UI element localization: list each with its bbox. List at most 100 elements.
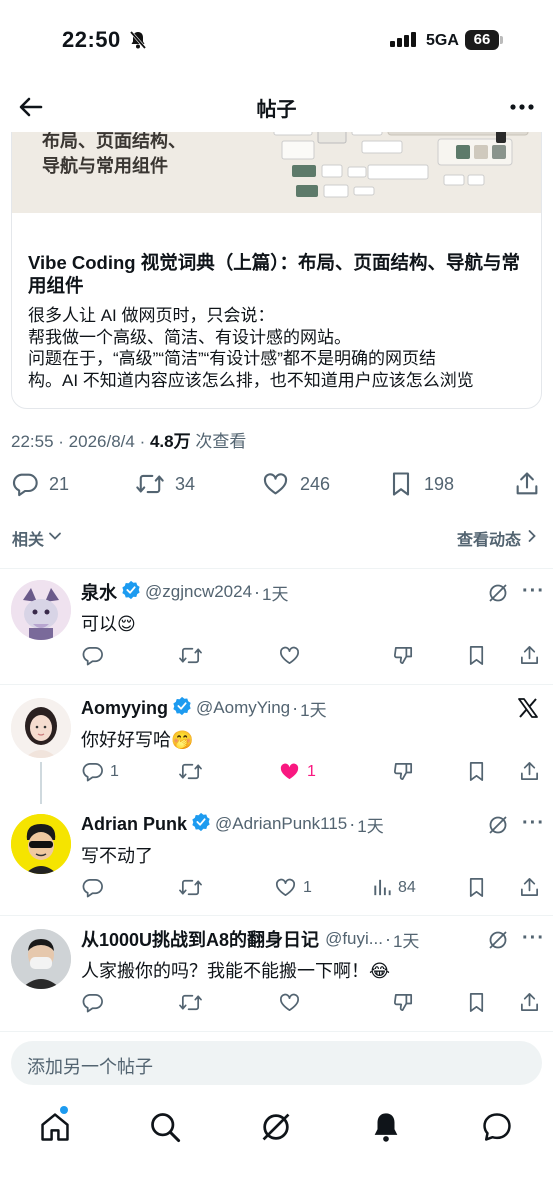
- display-name[interactable]: 从1000U挑战到A8的翻身日记: [81, 926, 319, 952]
- like-button[interactable]: 1: [274, 876, 312, 899]
- like-button-active[interactable]: 1: [278, 760, 316, 783]
- grok-icon[interactable]: [487, 814, 509, 841]
- share-button[interactable]: [514, 466, 540, 502]
- handle[interactable]: @AomyYing: [196, 698, 290, 718]
- reply-item[interactable]: Adrian Punk @AdrianPunk115 · 1天 ··· 写不动了…: [0, 800, 553, 915]
- verified-badge-icon: [191, 812, 211, 837]
- avatar[interactable]: [11, 698, 71, 758]
- display-name[interactable]: Adrian Punk: [81, 814, 187, 835]
- heart-icon: [274, 876, 297, 899]
- reply-more-icon[interactable]: ···: [522, 812, 545, 835]
- bookmark-button[interactable]: [466, 644, 487, 667]
- article-card[interactable]: 布局、页面结构、 导航与常用组件 Vibe Coding 视觉词典（上篇）：布局…: [11, 100, 542, 409]
- avatar[interactable]: [11, 814, 71, 874]
- battery-icon: 66: [465, 30, 503, 50]
- avatar[interactable]: [11, 580, 71, 640]
- bookmark-button[interactable]: [466, 991, 487, 1014]
- x-logo-icon: [516, 696, 540, 725]
- share-button[interactable]: [519, 760, 540, 783]
- grok-icon[interactable]: [487, 929, 509, 956]
- bookmark-icon: [388, 470, 414, 498]
- grok-icon[interactable]: [487, 582, 509, 609]
- repost-icon: [178, 760, 203, 783]
- handle[interactable]: @zgjncw2024: [145, 582, 252, 602]
- reply-actions: [0, 644, 553, 670]
- like-button[interactable]: 246: [261, 466, 330, 502]
- reply-more-icon[interactable]: ···: [522, 580, 545, 603]
- home-icon[interactable]: [38, 1110, 72, 1144]
- reply-icon: [81, 760, 104, 783]
- reply-header: 泉水 @zgjncw2024 · 1天: [81, 580, 289, 604]
- display-name[interactable]: 泉水: [81, 579, 117, 605]
- display-name[interactable]: Aomyying: [81, 698, 168, 719]
- article-description: 很多人让 AI 做网页时，只会说： 帮我做一个高级、简洁、有设计感的网站。 问题…: [28, 306, 474, 390]
- compose-placeholder: 添加另一个帖子: [27, 1057, 153, 1077]
- messages-icon[interactable]: [480, 1110, 514, 1144]
- view-activity-link[interactable]: 查看动态: [457, 526, 537, 550]
- dislike-button[interactable]: [392, 991, 415, 1014]
- repost-button[interactable]: 34: [135, 466, 195, 502]
- share-icon: [519, 876, 540, 899]
- views-button[interactable]: 84: [372, 876, 416, 899]
- related-dropdown[interactable]: 相关: [12, 526, 62, 550]
- repost-icon: [178, 876, 203, 899]
- more-options-icon[interactable]: [507, 92, 537, 122]
- heart-filled-icon: [278, 760, 301, 783]
- status-time: 22:50: [62, 27, 121, 52]
- reply-icon: [81, 644, 104, 667]
- reply-button[interactable]: [81, 991, 104, 1014]
- share-button[interactable]: [519, 644, 540, 667]
- repost-button[interactable]: [178, 991, 203, 1014]
- post-meta: 22:55 · 2026/8/4 · 4.8万 次查看: [11, 432, 247, 451]
- share-icon: [519, 644, 540, 667]
- reply-item[interactable]: 泉水 @zgjncw2024 · 1天 ··· 可以😌: [0, 568, 553, 684]
- repost-button[interactable]: [178, 644, 203, 667]
- reply-button[interactable]: 1: [81, 760, 119, 783]
- share-icon: [519, 760, 540, 783]
- reply-actions: [0, 991, 553, 1017]
- handle[interactable]: @AdrianPunk115: [215, 814, 347, 834]
- reply-icon: [11, 470, 39, 498]
- dislike-button[interactable]: [392, 760, 415, 783]
- reply-more-icon[interactable]: ···: [522, 927, 545, 950]
- bookmark-button[interactable]: [466, 760, 487, 783]
- bookmark-button[interactable]: [466, 876, 487, 899]
- reply-actions: 1 1: [0, 760, 553, 786]
- handle[interactable]: @fuyi...: [325, 929, 383, 949]
- reply-count: 1: [110, 762, 119, 780]
- view-label: 次查看: [195, 432, 247, 451]
- share-button[interactable]: [519, 876, 540, 899]
- notifications-icon[interactable]: [369, 1110, 403, 1144]
- reply-text: 你好好写哈🤭: [81, 730, 194, 750]
- repost-button[interactable]: [178, 876, 203, 899]
- reply-actions: 1 84: [0, 876, 553, 902]
- share-button[interactable]: [519, 991, 540, 1014]
- reply-time: 1天: [357, 816, 384, 836]
- verified-badge-icon: [172, 696, 192, 721]
- like-button[interactable]: [278, 991, 301, 1014]
- reply-icon: [81, 876, 104, 899]
- avatar[interactable]: [11, 929, 71, 989]
- reply-item[interactable]: Aomyying @AomyYing · 1天 你好好写哈🤭 1 1: [0, 684, 553, 804]
- reply-count: 21: [49, 473, 70, 494]
- repost-button[interactable]: [178, 760, 203, 783]
- reply-button[interactable]: [81, 644, 104, 667]
- grok-icon[interactable]: [259, 1110, 293, 1144]
- post-header: 帖子: [0, 80, 553, 132]
- reply-icon: [81, 991, 104, 1014]
- thumbs-down-icon: [392, 644, 415, 667]
- reply-button[interactable]: [81, 876, 104, 899]
- reply-button[interactable]: 21: [11, 466, 69, 502]
- dislike-button[interactable]: [392, 644, 415, 667]
- compose-input[interactable]: 添加另一个帖子: [11, 1041, 542, 1085]
- reply-item[interactable]: 从1000U挑战到A8的翻身日记 @fuyi... · 1天 ··· 人家搬你的…: [0, 915, 553, 1031]
- bookmark-button[interactable]: 198: [388, 466, 454, 502]
- reply-time: 1天: [392, 931, 420, 951]
- reply-header: Adrian Punk @AdrianPunk115 · 1天: [81, 812, 384, 836]
- view-count[interactable]: 4.8万: [150, 432, 191, 451]
- reply-text: 人家搬你的吗？我能不能搬一下啊！😂: [81, 961, 391, 981]
- like-button[interactable]: [278, 644, 301, 667]
- status-bar: 22:50 5GA 66: [0, 0, 553, 80]
- verified-badge-icon: [121, 580, 141, 605]
- search-icon[interactable]: [148, 1110, 182, 1144]
